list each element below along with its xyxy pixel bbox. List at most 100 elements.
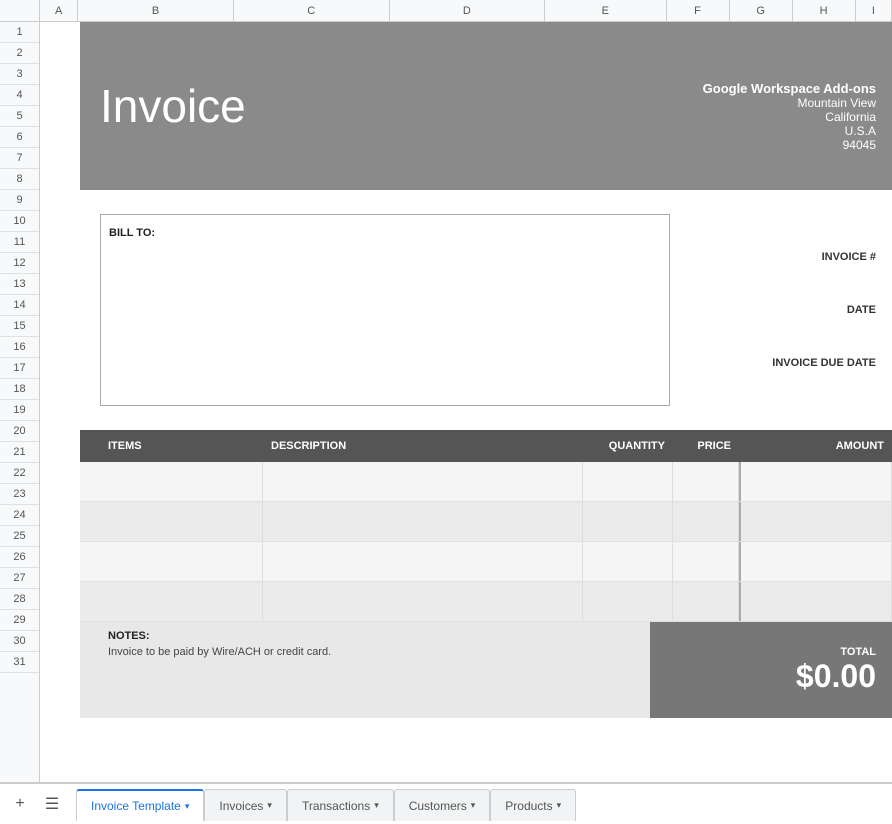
- bill-to-box[interactable]: BILL TO:: [100, 214, 670, 406]
- row-num-28[interactable]: 28: [0, 589, 39, 610]
- td-desc-4[interactable]: [263, 582, 583, 621]
- row-numbers: 1 2 3 4 5 6 7 8 9 10 11 12 13 14 15 16 1…: [0, 22, 40, 782]
- row-num-22[interactable]: 22: [0, 463, 39, 484]
- row-num-16[interactable]: 16: [0, 337, 39, 358]
- tab-products-label: Products: [505, 799, 552, 813]
- table-row[interactable]: [80, 502, 892, 542]
- td-qty-2[interactable]: [583, 502, 673, 541]
- notes-text: Invoice to be paid by Wire/ACH or credit…: [108, 646, 638, 658]
- tab-invoice-template-arrow[interactable]: ▾: [185, 801, 190, 812]
- row-num-10[interactable]: 10: [0, 211, 39, 232]
- td-items-3[interactable]: [100, 542, 263, 581]
- row-num-27[interactable]: 27: [0, 568, 39, 589]
- total-amount: $0.00: [796, 658, 876, 695]
- td-desc-2[interactable]: [263, 502, 583, 541]
- row-num-15[interactable]: 15: [0, 316, 39, 337]
- tab-transactions-arrow[interactable]: ▾: [374, 800, 379, 811]
- row-num-7[interactable]: 7: [0, 148, 39, 169]
- total-label: TOTAL: [840, 646, 876, 658]
- td-items-1[interactable]: [100, 462, 263, 501]
- table-data-rows: [80, 462, 892, 622]
- notes-section[interactable]: NOTES: Invoice to be paid by Wire/ACH or…: [80, 622, 650, 718]
- row-num-25[interactable]: 25: [0, 526, 39, 547]
- td-desc-3[interactable]: [263, 542, 583, 581]
- corner-cell: [0, 0, 40, 21]
- row-num-9[interactable]: 9: [0, 190, 39, 211]
- tab-transactions[interactable]: Transactions ▾: [287, 789, 394, 821]
- row-num-2[interactable]: 2: [0, 43, 39, 64]
- invoice-footer: NOTES: Invoice to be paid by Wire/ACH or…: [80, 622, 892, 718]
- td-desc-1[interactable]: [263, 462, 583, 501]
- col-header-e[interactable]: E: [545, 0, 666, 21]
- table-row[interactable]: [80, 582, 892, 622]
- tab-bar-left: + ☰: [8, 792, 64, 816]
- tab-customers[interactable]: Customers ▾: [394, 789, 491, 821]
- tab-invoice-template[interactable]: Invoice Template ▾: [76, 789, 204, 821]
- row-num-18[interactable]: 18: [0, 379, 39, 400]
- row-num-13[interactable]: 13: [0, 274, 39, 295]
- th-items: ITEMS: [100, 440, 263, 452]
- tab-invoices[interactable]: Invoices ▾: [204, 789, 287, 821]
- td-price-1[interactable]: [673, 462, 739, 501]
- col-header-h[interactable]: H: [793, 0, 856, 21]
- row-num-20[interactable]: 20: [0, 421, 39, 442]
- sheet-list-button[interactable]: ☰: [40, 792, 64, 816]
- row-num-19[interactable]: 19: [0, 400, 39, 421]
- spreadsheet-content[interactable]: Invoice Google Workspace Add-ons Mountai…: [40, 22, 892, 782]
- row-num-12[interactable]: 12: [0, 253, 39, 274]
- invoice-number-label: INVOICE #: [822, 251, 876, 263]
- col-header-g[interactable]: G: [730, 0, 793, 21]
- row-num-4[interactable]: 4: [0, 85, 39, 106]
- invoice-billing: BILL TO: INVOICE # DATE INVOICE DUE DATE: [80, 214, 892, 406]
- row-num-31[interactable]: 31: [0, 652, 39, 673]
- invoice-header: Invoice Google Workspace Add-ons Mountai…: [80, 22, 892, 190]
- row-num-30[interactable]: 30: [0, 631, 39, 652]
- row-num-17[interactable]: 17: [0, 358, 39, 379]
- row-num-26[interactable]: 26: [0, 547, 39, 568]
- td-qty-4[interactable]: [583, 582, 673, 621]
- td-amount-1[interactable]: [739, 462, 892, 501]
- row-num-21[interactable]: 21: [0, 442, 39, 463]
- invoice-company-section: Google Workspace Add-ons Mountain View C…: [612, 22, 892, 190]
- col-header-f[interactable]: F: [667, 0, 730, 21]
- row-num-29[interactable]: 29: [0, 610, 39, 631]
- td-price-4[interactable]: [673, 582, 739, 621]
- tab-transactions-label: Transactions: [302, 799, 370, 813]
- row-8-gap: [80, 190, 892, 214]
- th-description: DESCRIPTION: [263, 440, 583, 452]
- row-num-8[interactable]: 8: [0, 169, 39, 190]
- invoice-due-date-label: INVOICE DUE DATE: [772, 357, 876, 369]
- row-num-11[interactable]: 11: [0, 232, 39, 253]
- td-qty-1[interactable]: [583, 462, 673, 501]
- table-row[interactable]: [80, 542, 892, 582]
- td-amount-3[interactable]: [739, 542, 892, 581]
- invoice-date-row: DATE: [690, 304, 876, 316]
- td-price-2[interactable]: [673, 502, 739, 541]
- row-num-23[interactable]: 23: [0, 484, 39, 505]
- td-items-2[interactable]: [100, 502, 263, 541]
- row-num-6[interactable]: 6: [0, 127, 39, 148]
- col-header-d[interactable]: D: [390, 0, 546, 21]
- col-header-row: A B C D E F G H I: [0, 0, 892, 22]
- table-row[interactable]: [80, 462, 892, 502]
- col-header-a[interactable]: A: [40, 0, 78, 21]
- td-amount-2[interactable]: [739, 502, 892, 541]
- tab-products[interactable]: Products ▾: [490, 789, 576, 821]
- td-items-4[interactable]: [100, 582, 263, 621]
- row-num-24[interactable]: 24: [0, 505, 39, 526]
- row-num-14[interactable]: 14: [0, 295, 39, 316]
- invoice-title[interactable]: Invoice: [100, 79, 246, 133]
- col-header-c[interactable]: C: [234, 0, 390, 21]
- col-header-i[interactable]: I: [856, 0, 892, 21]
- row-num-1[interactable]: 1: [0, 22, 39, 43]
- tab-customers-arrow[interactable]: ▾: [471, 800, 476, 811]
- row-num-3[interactable]: 3: [0, 64, 39, 85]
- td-qty-3[interactable]: [583, 542, 673, 581]
- col-header-b[interactable]: B: [78, 0, 234, 21]
- tab-products-arrow[interactable]: ▾: [557, 800, 562, 811]
- add-sheet-button[interactable]: +: [8, 792, 32, 816]
- tab-invoices-arrow[interactable]: ▾: [267, 800, 272, 811]
- td-price-3[interactable]: [673, 542, 739, 581]
- row-num-5[interactable]: 5: [0, 106, 39, 127]
- td-amount-4[interactable]: [739, 582, 892, 621]
